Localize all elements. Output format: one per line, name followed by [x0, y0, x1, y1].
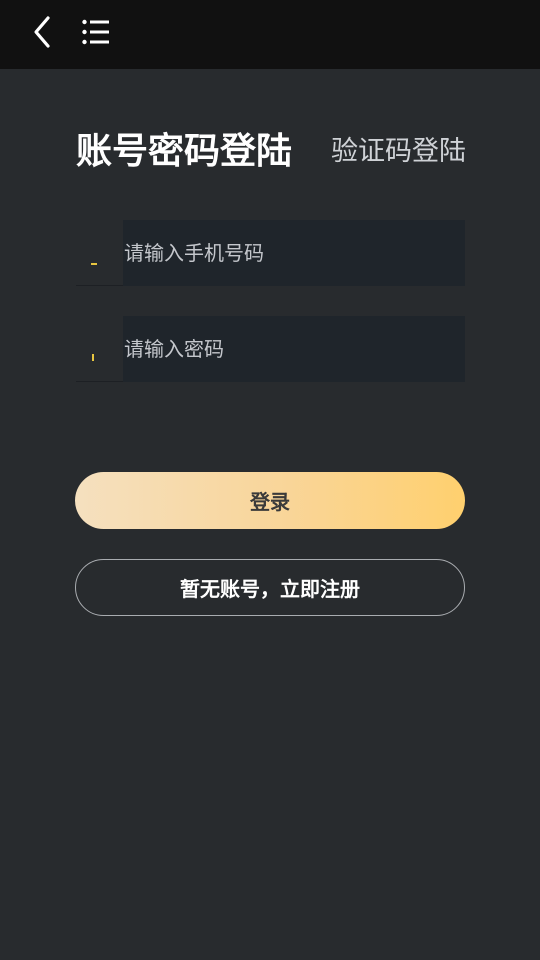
lock-icon: [76, 316, 123, 382]
register-button[interactable]: 暂无账号，立即注册: [75, 559, 465, 616]
chevron-left-icon: [34, 16, 50, 48]
tab-code-login[interactable]: 验证码登陆: [331, 134, 466, 170]
menu-button[interactable]: [78, 12, 114, 52]
phone-input[interactable]: [123, 220, 465, 286]
password-input[interactable]: [123, 316, 465, 382]
top-bar: [0, 0, 540, 69]
phone-field-row: [76, 220, 465, 286]
login-button[interactable]: 登录: [75, 472, 465, 529]
password-field-row: [76, 316, 465, 382]
tab-password-login[interactable]: 账号密码登陆: [76, 128, 292, 176]
phone-icon: [76, 220, 123, 286]
back-button[interactable]: [26, 12, 58, 52]
list-menu-icon: [82, 19, 109, 45]
